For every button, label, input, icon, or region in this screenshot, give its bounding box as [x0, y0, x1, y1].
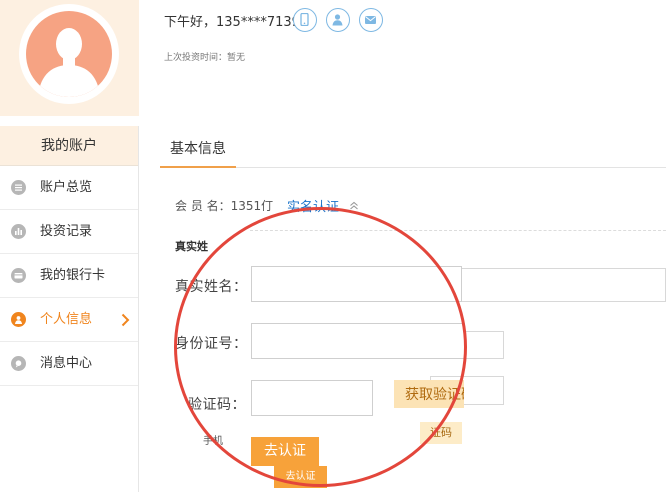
page: 下午好，135****7139 上次投资时间：暂无 我的账户 账户总览 投资记录 [0, 0, 666, 492]
mail-icon[interactable] [359, 8, 383, 32]
get-code-button[interactable]: 获取验证码 [394, 380, 464, 408]
sidebar-item-label: 账户总览 [40, 180, 93, 195]
user-icon[interactable] [326, 8, 350, 32]
sidebar-title: 我的账户 [0, 126, 138, 166]
id-number-label: 身份证号： [175, 336, 248, 352]
person-icon [11, 312, 26, 327]
sidebar-item-personal-info[interactable]: 个人信息 [0, 298, 138, 342]
avatar-person-icon [38, 28, 100, 97]
realname-verify-link[interactable]: 实名认证 [287, 196, 339, 215]
chart-icon [11, 224, 26, 239]
sidebar-item-messages[interactable]: 消息中心 [0, 342, 138, 386]
member-name-value: 1351仃 [230, 199, 274, 213]
phone-label: 手机 [203, 436, 223, 447]
chevron-up-icon[interactable] [349, 201, 359, 210]
section-title: 真实姓 [175, 240, 208, 253]
tab-basic-info[interactable]: 基本信息 [160, 128, 236, 168]
name-input[interactable] [251, 266, 462, 302]
profile-header [0, 0, 139, 116]
sidebar-item-label: 投资记录 [40, 224, 93, 239]
list-icon [11, 180, 26, 195]
code-label: 验证码： [188, 397, 246, 413]
name-label: 真实姓名： [175, 279, 248, 295]
avatar-frame [19, 4, 119, 104]
greeting-text: 下午好，135****7139 [164, 15, 300, 30]
section-divider [250, 230, 666, 231]
phone-icon[interactable] [293, 8, 317, 32]
last-invest-time: 上次投资时间：暂无 [164, 53, 246, 63]
sidebar-item-overview[interactable]: 账户总览 [0, 166, 138, 210]
get-code-button-background[interactable]: 证码 [420, 422, 462, 444]
sidebar-item-invest-records[interactable]: 投资记录 [0, 210, 138, 254]
sidebar-item-label: 个人信息 [40, 312, 93, 327]
message-icon [11, 356, 26, 371]
sidebar-item-bank-cards[interactable]: 我的银行卡 [0, 254, 138, 298]
sidebar: 我的账户 账户总览 投资记录 我的银行卡 个人信息 消息中心 [0, 126, 139, 492]
member-name-row: 会 员 名：1351仃 [175, 197, 273, 214]
verification-code-input[interactable] [251, 380, 373, 416]
avatar [26, 11, 112, 97]
submit-button-background[interactable]: 去认证 [274, 466, 327, 488]
submit-verify-button[interactable]: 去认证 [251, 437, 319, 466]
tab-bar: 基本信息 [160, 128, 666, 168]
chevron-right-icon [121, 313, 130, 327]
member-name-label: 会 员 名： [175, 199, 231, 213]
sidebar-item-label: 消息中心 [40, 356, 93, 371]
name-field-background [430, 268, 666, 302]
sidebar-item-label: 我的银行卡 [40, 268, 106, 283]
id-number-input[interactable] [251, 323, 465, 359]
card-icon [11, 268, 26, 283]
